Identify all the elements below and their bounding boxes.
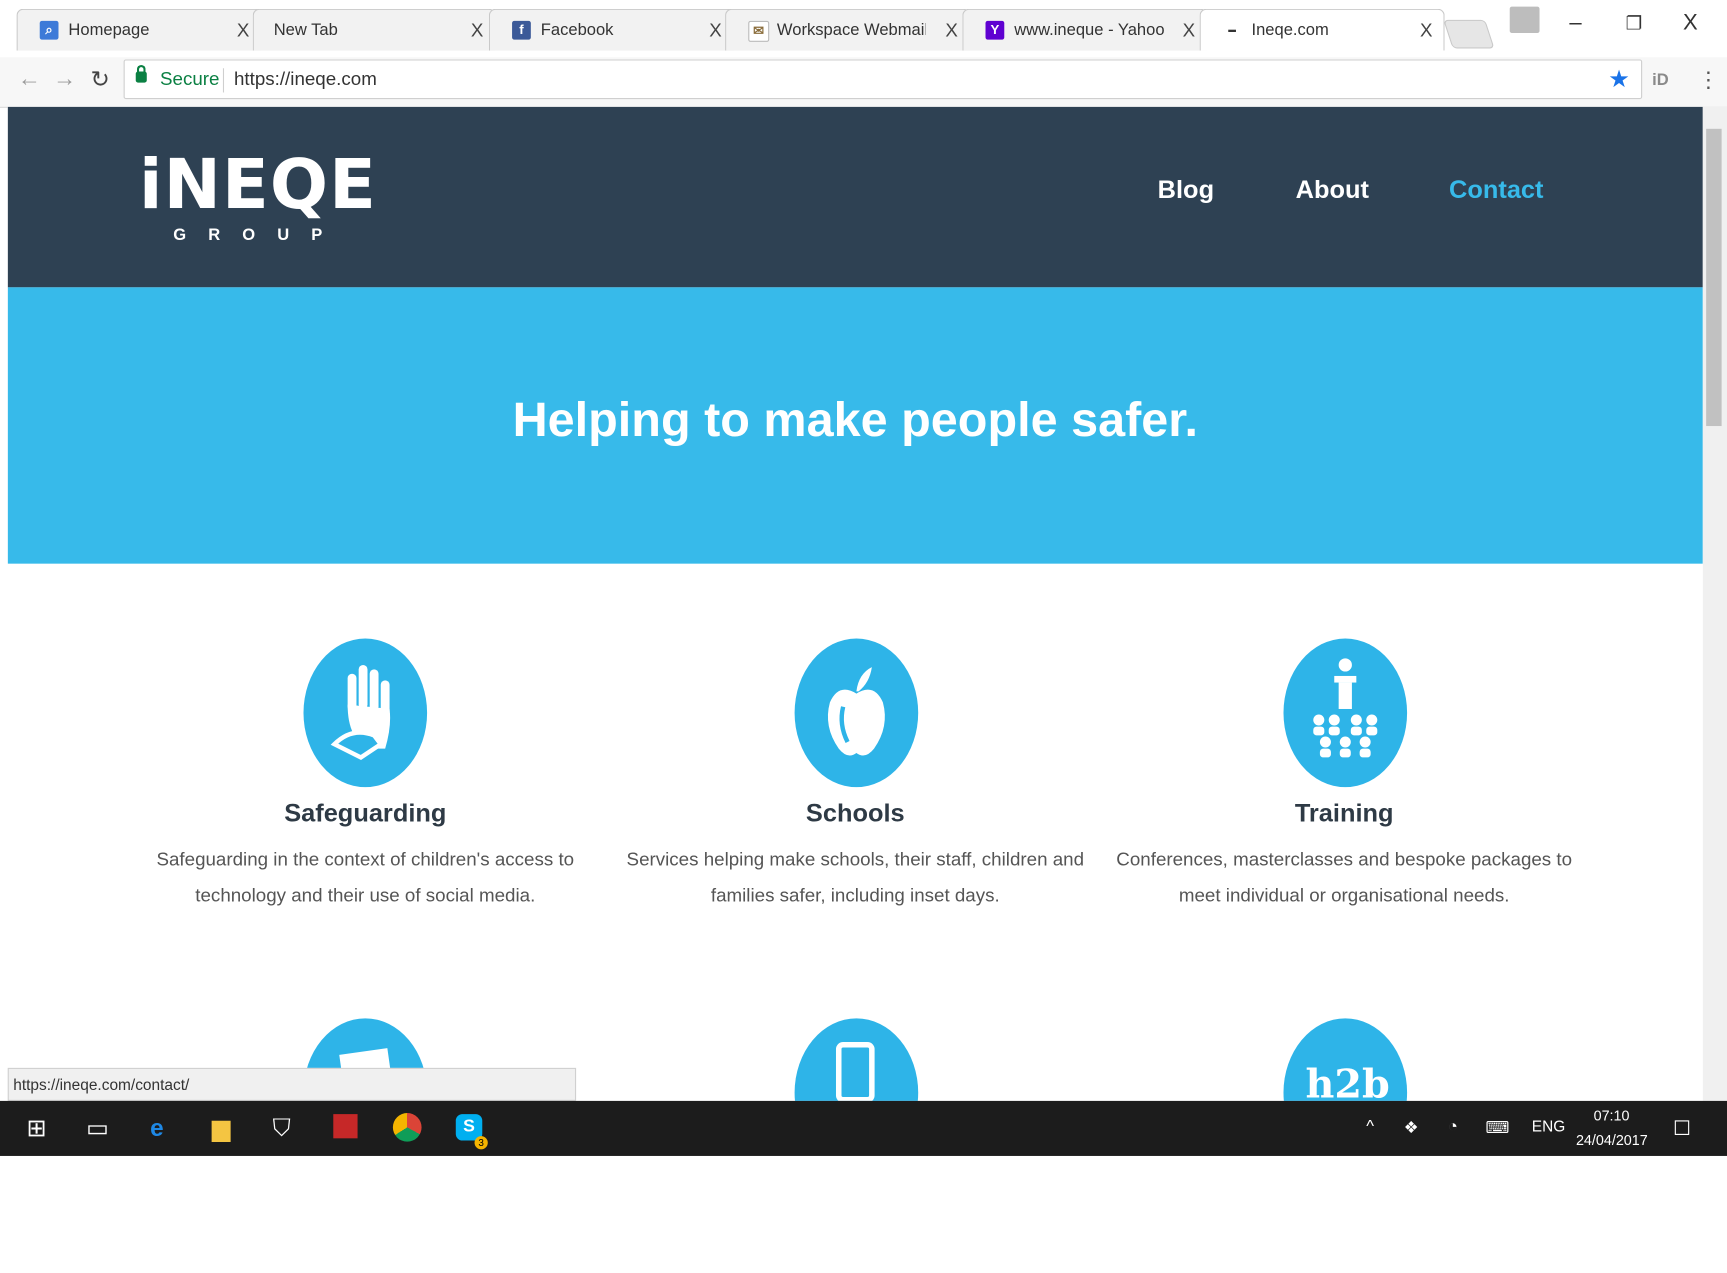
service-description: Services helping make schools, their sta… (626, 848, 1085, 907)
nav-link-contact[interactable]: Contact (1449, 175, 1543, 205)
keyboard-icon[interactable]: ⌨ (1485, 1117, 1509, 1138)
address-bar[interactable]: Secure https://ineqe.com ★ (123, 59, 1643, 100)
apple-icon[interactable] (794, 638, 919, 788)
ineqe-favicon-icon: ▬ (1222, 20, 1242, 40)
profile-icon[interactable] (1509, 6, 1540, 34)
tab-close-icon[interactable]: X (945, 20, 958, 42)
tab-close-icon[interactable]: X (709, 20, 722, 42)
skype-badge: 3 (474, 1136, 488, 1150)
service-description: Conferences, masterclasses and bespoke p… (1116, 848, 1573, 907)
service-title[interactable]: Training (1101, 798, 1587, 828)
close-window-button[interactable]: X (1683, 11, 1698, 36)
logo-subtitle: GROUP (173, 225, 345, 245)
hero-title: Helping to make people safer. (512, 393, 1198, 447)
file-explorer-icon[interactable]: ▆ (212, 1114, 231, 1143)
lock-icon (135, 64, 147, 83)
svg-text:h2b: h2b (1306, 1062, 1390, 1101)
tab-title: New Tab (273, 20, 338, 40)
service-title[interactable]: Safeguarding (122, 798, 608, 828)
url-text[interactable]: https://ineqe.com (234, 68, 377, 90)
h2b-logo-icon[interactable]: h2b (1283, 1018, 1408, 1101)
store-icon[interactable]: ⛉ (273, 1114, 291, 1143)
extension-button[interactable]: iD (1652, 70, 1669, 89)
chrome-icon[interactable] (392, 1113, 422, 1142)
phone-icon[interactable] (794, 1018, 919, 1101)
search-favicon-icon: ⌕ (39, 20, 59, 40)
tab-title: Facebook (540, 20, 614, 40)
tab-close-icon[interactable]: X (237, 20, 250, 42)
service-schools: Schools Services helping make schools, t… (612, 798, 1098, 914)
wifi-icon[interactable]: ◔ (1448, 1117, 1458, 1136)
clock-date[interactable]: 24/04/2017 (1576, 1132, 1648, 1149)
nav-link-blog[interactable]: Blog (1158, 175, 1214, 205)
secure-label: Secure (160, 68, 220, 90)
lovefilm-icon[interactable] (333, 1114, 358, 1139)
tab-facebook[interactable]: f Facebook X (488, 8, 734, 51)
tab-ineqe-active[interactable]: ▬ Ineqe.com X (1199, 8, 1445, 51)
service-training: Training Conferences, masterclasses and … (1101, 798, 1587, 914)
windows-start-icon[interactable]: ⊞ (26, 1114, 46, 1143)
forward-arrow-icon[interactable]: → (53, 66, 76, 92)
dropbox-icon[interactable]: ❖ (1404, 1117, 1419, 1138)
tray-chevron-icon[interactable]: ^ (1366, 1117, 1374, 1136)
service-safeguarding: Safeguarding Safeguarding in the context… (122, 798, 608, 914)
back-arrow-icon[interactable]: ← (18, 66, 41, 92)
reload-icon[interactable]: ↻ (90, 66, 109, 94)
audience-icon[interactable] (1283, 638, 1408, 788)
divider (222, 68, 225, 93)
tab-new-tab[interactable]: New Tab X (252, 8, 496, 51)
tab-webmail[interactable]: ✉ Workspace Webmail :: M X (725, 8, 971, 51)
facebook-favicon-icon: f (512, 20, 531, 40)
site-header: iNEQE GROUP Blog About Contact (7, 106, 1703, 288)
edge-icon[interactable]: e (150, 1114, 164, 1143)
nav-link-about[interactable]: About (1296, 175, 1369, 205)
restore-button[interactable]: ❐ (1626, 13, 1643, 35)
browser-toolbar: ← → ↻ Secure https://ineqe.com ★ iD ⋮ (0, 57, 1727, 108)
scrollbar-thumb[interactable] (1706, 128, 1722, 427)
web-page: iNEQE GROUP Blog About Contact Helping t… (7, 106, 1703, 1101)
service-description: Safeguarding in the context of children'… (156, 848, 575, 907)
yahoo-favicon-icon: Y (985, 20, 1005, 40)
clock-time[interactable]: 07:10 (1594, 1108, 1630, 1125)
windows-taskbar: ⊞ ▭ e ▆ ⛉ S 3 ^ ❖ ◔ ⌨ ENG 07:10 24/04/20… (0, 1100, 1727, 1156)
tab-title: Homepage (68, 20, 150, 40)
service-title[interactable]: Schools (612, 798, 1098, 828)
tab-title: Workspace Webmail :: M (776, 20, 926, 40)
status-bar-url: https://ineqe.com/contact/ (7, 1067, 577, 1101)
hero-banner: Helping to make people safer. (7, 287, 1703, 564)
tab-title: www.ineque - Yahoo Se (1014, 20, 1169, 40)
hand-icon[interactable] (303, 638, 428, 788)
browser-tab-strip: ⌕ Homepage X New Tab X f Facebook X ✉ Wo… (0, 0, 1727, 58)
webmail-favicon-icon: ✉ (748, 20, 770, 42)
tab-yahoo-search[interactable]: Y www.ineque - Yahoo Se X (962, 8, 1208, 51)
new-tab-button[interactable] (1443, 19, 1495, 49)
task-view-icon[interactable]: ▭ (86, 1114, 109, 1143)
tab-close-icon[interactable]: X (471, 20, 484, 42)
menu-kebab-icon[interactable]: ⋮ (1697, 66, 1719, 94)
page-scrollbar[interactable] (1702, 106, 1727, 1101)
tab-homepage[interactable]: ⌕ Homepage X (16, 8, 262, 51)
notification-center-icon[interactable]: ☐ (1673, 1117, 1691, 1140)
tab-title: Ineqe.com (1251, 20, 1329, 40)
language-indicator[interactable]: ENG (1532, 1117, 1565, 1135)
minimize-button[interactable]: – (1569, 11, 1581, 36)
bookmark-star-icon[interactable]: ★ (1608, 65, 1630, 94)
logo-wordmark: iNEQE (139, 144, 377, 225)
tab-close-icon[interactable]: X (1183, 20, 1196, 42)
tab-close-icon[interactable]: X (1420, 20, 1433, 42)
